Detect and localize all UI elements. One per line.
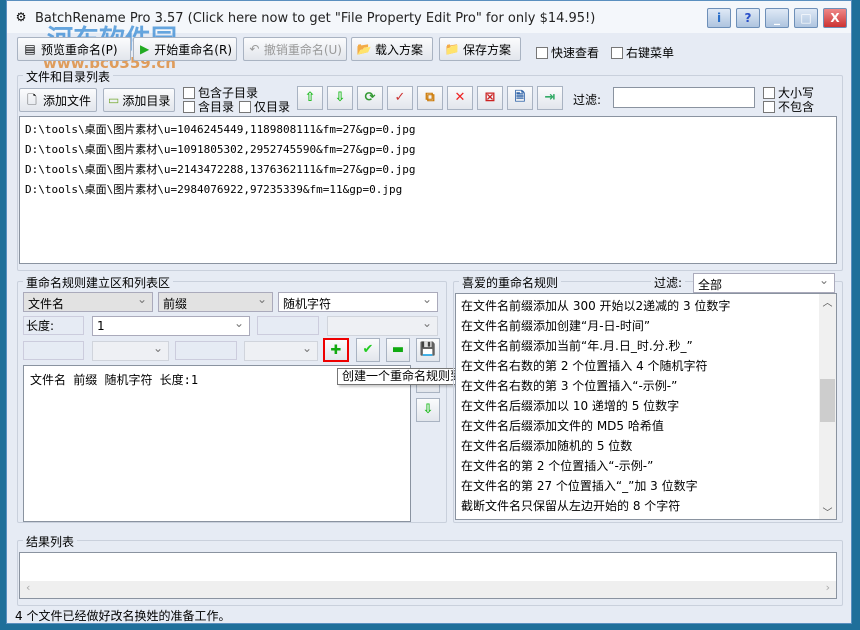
file-item[interactable]: D:\tools\桌面\图片素材\u=2984076922,97235339&f… xyxy=(25,180,831,200)
add-file-button[interactable]: 🗋 添加文件 xyxy=(19,88,97,112)
document-icon[interactable]: 🗎 xyxy=(507,86,533,110)
rule-target-select[interactable]: 文件名 xyxy=(23,292,153,312)
context-menu-checkbox[interactable]: 右键菜单 xyxy=(611,44,674,61)
include-dir-checkbox[interactable]: 含目录 xyxy=(183,98,234,115)
file-icon: 🗋 xyxy=(27,93,37,107)
file-list[interactable]: D:\tools\桌面\图片素材\u=1046245449,1189808111… xyxy=(19,116,837,264)
add-rule-button[interactable]: ✚ xyxy=(323,338,349,362)
scroll-left-icon: ‹ xyxy=(26,581,31,594)
favorite-rule-item[interactable]: 在文件名后缀添加以 10 递增的 5 位数字 xyxy=(456,396,836,416)
move-down-icon[interactable]: ⇩ xyxy=(327,86,353,110)
favorite-rule-item[interactable]: 在文件名前缀添加当前“年.月.日_时.分.秒_” xyxy=(456,336,836,356)
favorite-rule-item[interactable]: 在文件名右数的第 3 个位置插入“-示例-” xyxy=(456,376,836,396)
scroll-up-icon[interactable]: ︿ xyxy=(819,294,836,309)
rule-type-select[interactable]: 随机字符 xyxy=(278,292,438,312)
refresh-icon[interactable]: ⟳ xyxy=(357,86,383,110)
favorites-filter-select[interactable]: 全部 xyxy=(693,273,835,293)
start-rename-button[interactable]: ▶ 开始重命名(R) xyxy=(133,37,237,61)
results-list[interactable]: ‹ › xyxy=(19,552,837,599)
folder-icon: ▭ xyxy=(108,93,120,107)
file-item[interactable]: D:\tools\桌面\图片素材\u=1091805302,2952745590… xyxy=(25,140,831,160)
scrollbar-thumb[interactable] xyxy=(820,378,835,422)
title-bar[interactable]: ⚙ BatchRename Pro 3.57 (Click here now t… xyxy=(7,1,851,33)
rule-list[interactable]: 文件名 前缀 随机字符 长度:1 xyxy=(23,365,411,522)
file-item[interactable]: D:\tools\桌面\图片素材\u=2143472288,1376362111… xyxy=(25,160,831,180)
floppy-icon: 💾 xyxy=(419,342,437,357)
check-icon: ✔ xyxy=(362,342,374,357)
filter-input[interactable] xyxy=(613,87,755,108)
close-button[interactable]: X xyxy=(823,8,847,28)
rule-down-button[interactable]: ⇩ xyxy=(416,398,440,422)
app-icon: ⚙ xyxy=(15,10,27,24)
favorite-rule-item[interactable]: 在文件名的第 2 个位置插入“-示例-” xyxy=(456,456,836,476)
filter-label: 过滤: xyxy=(573,93,602,107)
delete-icon[interactable]: ✕ xyxy=(447,86,473,110)
favorite-rule-item[interactable]: 截断文件名只保留从左边开始的 8 个字符 xyxy=(456,496,836,516)
remove-rule-button[interactable]: ▬ xyxy=(386,338,410,362)
save-scheme-button[interactable]: 📁 保存方案 xyxy=(439,37,521,61)
add-directory-button[interactable]: ▭ 添加目录 xyxy=(103,88,175,112)
maximize-button[interactable]: □ xyxy=(794,8,818,28)
favorite-rule-item[interactable]: 在文件名后缀添加文件的 MD5 哈希值 xyxy=(456,416,836,436)
move-up-icon[interactable]: ⇧ xyxy=(297,86,323,110)
favorites-label: 喜爱的重命名规则 xyxy=(459,274,562,291)
remove-file-icon[interactable]: ⊠ xyxy=(477,86,503,110)
results-hscrollbar[interactable]: ‹ › xyxy=(20,581,836,598)
favorite-rule-item[interactable]: 在文件名右数的第 2 个位置插入 4 个随机字符 xyxy=(456,356,836,376)
file-list-group-label: 文件和目录列表 xyxy=(23,68,114,85)
empty-field xyxy=(175,341,237,360)
load-icon: 📂 xyxy=(356,42,372,56)
favorite-rule-item[interactable]: 在文件名前缀添加从 300 开始以2递减的 3 位数字 xyxy=(456,296,836,316)
save-folder-icon: 📁 xyxy=(444,42,460,56)
plus-icon: ✚ xyxy=(330,343,342,358)
favorites-scrollbar[interactable]: ︿ ﹀ xyxy=(819,294,836,519)
exclude-checkbox[interactable]: 不包含 xyxy=(763,98,814,115)
only-dir-checkbox[interactable]: 仅目录 xyxy=(239,98,290,115)
quick-view-checkbox[interactable]: 快速查看 xyxy=(536,44,599,61)
disabled-select xyxy=(327,316,438,336)
window-title[interactable]: BatchRename Pro 3.57 (Click here now to … xyxy=(35,11,595,26)
rule-position-select[interactable]: 前缀 xyxy=(158,292,273,312)
favorites-list[interactable]: 在文件名前缀添加从 300 开始以2递减的 3 位数字 在文件名前缀添加创建“月-… xyxy=(455,293,837,520)
info-icon[interactable]: i xyxy=(707,8,731,28)
file-item[interactable]: D:\tools\桌面\图片素材\u=1046245449,1189808111… xyxy=(25,120,831,140)
load-scheme-button[interactable]: 📂 载入方案 xyxy=(351,37,433,61)
length-label: 长度: xyxy=(23,316,84,335)
rule-builder-label: 重命名规则建立区和列表区 xyxy=(23,274,174,291)
disabled-select xyxy=(244,341,318,361)
favorites-filter-label: 过滤: xyxy=(651,274,686,291)
favorite-rule-item[interactable]: 在文件名前缀添加创建“月-日-时间” xyxy=(456,316,836,336)
scroll-right-icon: › xyxy=(825,581,830,594)
results-label: 结果列表 xyxy=(23,533,78,550)
empty-field xyxy=(257,316,319,335)
minus-icon: ▬ xyxy=(391,342,405,357)
export-icon[interactable]: ⇥ xyxy=(537,86,563,110)
apply-rule-button[interactable]: ✔ xyxy=(356,338,380,362)
play-icon: ▶ xyxy=(140,42,150,56)
undo-icon: ↶ xyxy=(249,42,260,56)
save-rule-button[interactable]: 💾 xyxy=(416,338,440,362)
scroll-down-icon[interactable]: ﹀ xyxy=(819,504,836,519)
help-icon[interactable]: ? xyxy=(736,8,760,28)
undo-rename-button[interactable]: ↶ 撤销重命名(U) xyxy=(243,37,347,61)
check-file-icon[interactable]: ✓ xyxy=(387,86,413,110)
favorite-rule-item[interactable]: 在文件名后缀添加随机的 5 位数 xyxy=(456,436,836,456)
status-bar: 4 个文件已经做好改名换姓的准备工作。 xyxy=(15,609,231,623)
favorite-rule-item[interactable]: 在文件名的第 27 个位置插入“_”加 3 位数字 xyxy=(456,476,836,496)
disabled-select xyxy=(92,341,169,361)
preview-icon: ▤ xyxy=(24,42,36,56)
empty-field xyxy=(23,341,84,360)
minimize-button[interactable]: _ xyxy=(765,8,789,28)
main-window: ⚙ BatchRename Pro 3.57 (Click here now t… xyxy=(6,0,852,624)
copy-icon[interactable]: ⧉ xyxy=(417,86,443,110)
preview-rename-button[interactable]: ▤ 预览重命名(P) xyxy=(17,37,131,61)
length-select[interactable]: 1 xyxy=(92,316,250,336)
